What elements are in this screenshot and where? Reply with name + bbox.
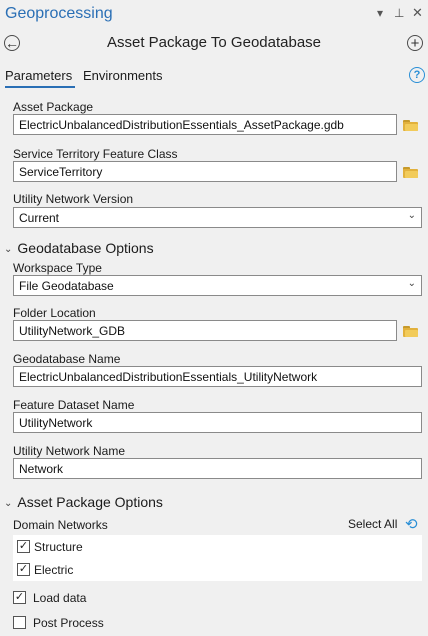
section-title: Asset Package Options [17, 494, 163, 510]
service-territory-input[interactable]: ServiceTerritory [13, 161, 397, 182]
asset-package-label: Asset Package [13, 100, 94, 114]
workspace-type-value: File Geodatabase [19, 279, 114, 293]
gdb-name-label: Geodatabase Name [13, 352, 121, 366]
chevron-down-icon: ⌄ [4, 244, 13, 255]
load-data-checkbox[interactable]: ✓ [13, 591, 26, 604]
folder-location-input[interactable]: UtilityNetwork_GDB [13, 320, 397, 341]
tab-parameters[interactable]: Parameters [5, 68, 72, 83]
un-version-label: Utility Network Version [13, 192, 134, 206]
gdb-name-input[interactable]: ElectricUnbalancedDistributionEssentials… [13, 366, 422, 387]
workspace-type-label: Workspace Type [13, 261, 102, 275]
active-tab-indicator [5, 86, 75, 88]
un-name-label: Utility Network Name [13, 444, 126, 458]
post-process-checkbox[interactable] [13, 616, 26, 629]
chevron-down-icon: ⌄ [4, 498, 13, 509]
domain-networks-label: Domain Networks [13, 518, 108, 532]
structure-checkbox[interactable]: ✓ [17, 540, 30, 553]
pin-icon[interactable]: ⊥ [394, 6, 404, 20]
help-icon[interactable]: ? [409, 67, 425, 83]
fd-name-label: Feature Dataset Name [13, 398, 135, 412]
add-icon[interactable]: + [407, 35, 423, 51]
chevron-down-icon[interactable]: ▾ [377, 6, 383, 20]
asset-package-options-header[interactable]: ⌄ Asset Package Options [4, 494, 163, 510]
fd-name-input[interactable]: UtilityNetwork [13, 412, 422, 433]
refresh-icon[interactable]: ⟲ [405, 515, 418, 533]
geodatabase-options-header[interactable]: ⌄ Geodatabase Options [4, 240, 154, 256]
workspace-type-select[interactable]: File Geodatabase ⌄ [13, 275, 422, 296]
electric-checkbox[interactable]: ✓ [17, 563, 30, 576]
section-title: Geodatabase Options [17, 240, 154, 256]
folder-icon[interactable] [403, 325, 419, 337]
tool-title: Asset Package To Geodatabase [106, 34, 322, 51]
load-data-label: Load data [33, 591, 87, 605]
post-process-label: Post Process [33, 616, 104, 630]
structure-label: Structure [34, 540, 83, 554]
service-territory-label: Service Territory Feature Class [13, 147, 178, 161]
select-all-button[interactable]: Select All [348, 517, 397, 531]
folder-location-label: Folder Location [13, 306, 96, 320]
electric-label: Electric [34, 563, 74, 577]
folder-icon[interactable] [403, 119, 419, 131]
tab-environments[interactable]: Environments [83, 68, 162, 83]
chevron-down-icon: ⌄ [407, 278, 416, 289]
un-version-select[interactable]: Current ⌄ [13, 207, 422, 228]
folder-icon[interactable] [403, 166, 419, 178]
pane-title: Geoprocessing [5, 5, 113, 22]
chevron-down-icon: ⌄ [407, 210, 416, 221]
un-version-value: Current [19, 211, 60, 225]
un-name-input[interactable]: Network [13, 458, 422, 479]
close-icon[interactable]: ✕ [412, 5, 423, 21]
asset-package-input[interactable]: ElectricUnbalancedDistributionEssentials… [13, 114, 397, 135]
